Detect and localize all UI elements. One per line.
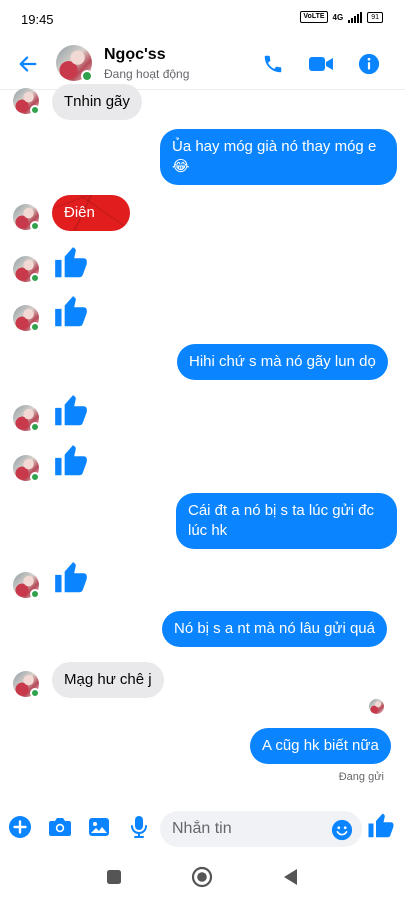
- sender-avatar: [13, 256, 40, 283]
- voice-message-button[interactable]: [126, 814, 152, 840]
- contact-name[interactable]: Ngọc'ss: [104, 46, 166, 64]
- info-button[interactable]: [356, 51, 382, 77]
- volte-icon: VoLTE: [300, 11, 328, 23]
- back-nav-button[interactable]: [279, 866, 301, 888]
- more-actions-button[interactable]: [7, 814, 33, 840]
- sender-avatar: [13, 455, 40, 482]
- image-icon: [89, 818, 109, 836]
- back-button[interactable]: [14, 50, 42, 78]
- message-composer: [0, 806, 405, 852]
- status-time: 19:45: [21, 12, 54, 27]
- sender-avatar: [13, 305, 40, 332]
- home-button[interactable]: [191, 866, 213, 888]
- thumbs-up-icon[interactable]: [52, 293, 90, 331]
- thumbs-up-icon[interactable]: [52, 442, 90, 480]
- chat-header: Ngọc'ss Đang hoạt động: [0, 38, 405, 90]
- sender-avatar: [13, 572, 40, 599]
- thumbs-up-icon[interactable]: [52, 244, 90, 282]
- recent-apps-icon: [107, 870, 121, 884]
- emoji-icon[interactable]: [331, 819, 353, 841]
- seen-avatar: [369, 699, 384, 714]
- back-icon: [284, 869, 297, 885]
- plus-icon: [9, 816, 31, 838]
- message-bubble-outgoing[interactable]: Ủa hay móg già nó thay móg e 😂: [160, 129, 397, 185]
- message-bubble-incoming[interactable]: Mạg hư chê j: [52, 662, 164, 698]
- sender-avatar: [13, 405, 40, 432]
- info-icon: [358, 53, 380, 75]
- message-bubble-outgoing[interactable]: Nó bị s a nt mà nó lâu gửi quá: [162, 611, 387, 647]
- home-icon: [191, 866, 213, 888]
- message-bubble-incoming[interactable]: Tnhin gãy: [52, 84, 142, 120]
- like-button[interactable]: [365, 810, 397, 842]
- message-bubble-outgoing[interactable]: Hihi chứ s mà nó gãy lun dọ: [177, 344, 388, 380]
- thumbs-up-icon: [368, 813, 394, 838]
- system-navigation-bar: [0, 852, 405, 900]
- status-icons: VoLTE 4G 91: [300, 11, 383, 23]
- contact-avatar[interactable]: [56, 45, 93, 82]
- message-bubble-incoming[interactable]: Điên: [52, 195, 130, 231]
- message-bubble-outgoing[interactable]: A cũg hk biết nữa: [250, 728, 391, 764]
- message-bubble-outgoing[interactable]: Cái đt a nó bị s ta lúc gửi đc lúc hk: [176, 493, 397, 549]
- sender-avatar: [13, 671, 40, 698]
- microphone-icon: [131, 816, 147, 838]
- sender-avatar: [13, 204, 40, 231]
- sending-status: Đang gửi: [338, 771, 384, 783]
- thumbs-up-icon[interactable]: [52, 559, 90, 597]
- gallery-button[interactable]: [86, 814, 112, 840]
- online-indicator: [81, 70, 93, 82]
- video-call-button[interactable]: [308, 51, 334, 77]
- camera-button[interactable]: [47, 814, 73, 840]
- battery-icon: 91: [367, 11, 383, 23]
- phone-icon: [264, 55, 282, 73]
- status-bar: 19:45 VoLTE 4G 91: [0, 0, 405, 38]
- video-camera-icon: [309, 57, 333, 71]
- network-type: 4G: [332, 12, 344, 22]
- sender-avatar: [13, 88, 40, 115]
- contact-status: Đang hoạt động: [104, 67, 190, 81]
- camera-icon: [49, 818, 71, 836]
- back-arrow-icon: [19, 56, 37, 72]
- recent-apps-button[interactable]: [103, 866, 125, 888]
- signal-icon: [348, 11, 363, 23]
- voice-call-button[interactable]: [260, 51, 286, 77]
- thumbs-up-icon[interactable]: [52, 392, 90, 430]
